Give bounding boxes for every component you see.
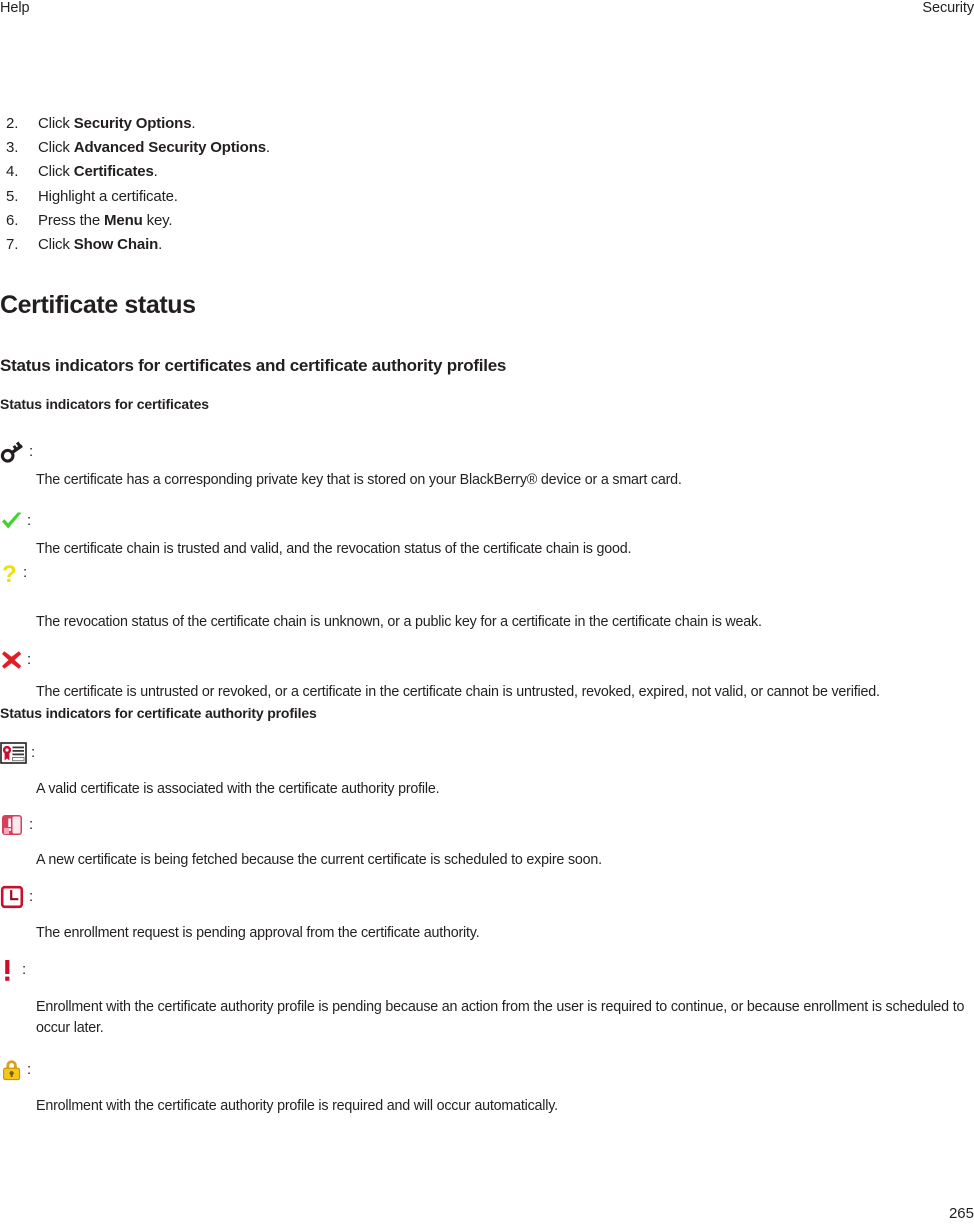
indicator-icon-row: ? :	[0, 560, 27, 586]
step-number: 2.	[6, 115, 19, 132]
indicator-icon-row: :	[0, 740, 35, 766]
step-number: 3.	[6, 139, 19, 157]
list-item: 2. Click Security Options.	[0, 112, 974, 136]
exclamation-mark-icon	[0, 957, 16, 983]
step-text: Click Certificates.	[38, 160, 974, 184]
indicator-colon: :	[29, 815, 34, 833]
indicator-description: The certificate is untrusted or revoked,…	[36, 684, 880, 700]
page-header: Help Security	[0, 0, 974, 22]
indicator-icon-row: :	[0, 647, 31, 673]
indicator-colon: :	[27, 511, 32, 529]
indicator-colon: :	[29, 887, 34, 905]
indicator-description: Enrollment with the certificate authorit…	[36, 1098, 558, 1114]
list-item: 6. Press the Menu key.	[0, 209, 974, 233]
step-text: Click Advanced Security Options.	[38, 136, 974, 160]
step-text-bold: Show Chain	[73, 236, 159, 254]
check-mark-icon	[0, 510, 24, 532]
list-item: 7. Click Show Chain.	[0, 233, 974, 257]
indicator-description: The revocation status of the certificate…	[36, 614, 762, 630]
certificate-document-icon	[0, 741, 28, 765]
clock-pending-icon	[0, 885, 26, 909]
step-text: Click Show Chain.	[38, 233, 974, 257]
step-text-pre: Click	[38, 139, 74, 157]
step-number: 6.	[6, 211, 19, 229]
step-text-bold: Certificates	[73, 163, 154, 181]
step-text-post: .	[153, 163, 158, 181]
subsection-heading-certificates: Status indicators for certificates	[0, 396, 209, 412]
step-text-post: .	[191, 115, 196, 132]
subsection-heading-ca-profiles: Status indicators for certificate author…	[0, 705, 317, 721]
step-number: 7.	[6, 236, 19, 254]
document-page: Help Security 2. Click Security Options.…	[0, 0, 974, 1228]
step-text-pre: Click	[38, 115, 74, 132]
step-text-bold: Advanced Security Options	[73, 139, 266, 157]
cross-mark-icon	[0, 649, 24, 671]
question-mark-icon: ?	[0, 560, 20, 586]
step-text-pre: Click	[38, 236, 74, 254]
section-heading: Status indicators for certificates and c…	[0, 356, 507, 375]
svg-text:?: ?	[2, 561, 17, 586]
step-text: Click Security Options.	[38, 112, 974, 136]
page-title: Certificate status	[0, 291, 196, 319]
indicator-description: The certificate chain is trusted and val…	[36, 541, 632, 557]
step-text-pre: Press the	[38, 211, 105, 229]
indicator-description: A valid certificate is associated with t…	[36, 781, 440, 797]
indicator-icon-row: :	[0, 1057, 31, 1083]
indicator-colon: :	[29, 442, 34, 460]
step-text-bold: Menu	[104, 211, 143, 229]
indicator-description: The enrollment request is pending approv…	[36, 925, 480, 941]
step-text-bold: Security Options	[73, 115, 192, 132]
header-right-label: Security	[922, 0, 974, 16]
indicator-icon-row: :	[0, 812, 33, 838]
step-text: Highlight a certificate.	[38, 185, 974, 209]
page-number: 265	[948, 1205, 974, 1222]
step-text-post: key.	[142, 211, 173, 229]
indicator-icon-row: :	[0, 884, 33, 910]
indicator-colon: :	[27, 650, 32, 668]
padlock-icon	[0, 1058, 24, 1082]
step-text-post: .	[265, 139, 270, 157]
step-text-pre: Click	[38, 163, 74, 181]
step-text: Press the Menu key.	[38, 209, 974, 233]
indicator-icon-row: :	[0, 439, 33, 465]
indicator-colon: :	[22, 960, 27, 978]
step-number: 4.	[6, 163, 19, 181]
list-item: 3. Click Advanced Security Options.	[0, 136, 974, 160]
list-item: 4. Click Certificates.	[0, 160, 974, 184]
indicator-description: Enrollment with the certificate authorit…	[36, 999, 965, 1036]
indicator-icon-row: :	[0, 957, 26, 983]
certificate-fetching-icon	[0, 813, 26, 837]
indicator-description: A new certificate is being fetched becau…	[36, 852, 602, 868]
step-number: 5.	[6, 187, 19, 205]
indicator-description: The certificate has a corresponding priv…	[36, 472, 682, 488]
indicator-icon-row: :	[0, 508, 31, 534]
step-text-post: .	[158, 236, 163, 254]
header-left-label: Help	[0, 0, 30, 16]
list-item: 5. Highlight a certificate.	[0, 185, 974, 209]
procedure-step-list: 2. Click Security Options. 3. Click Adva…	[0, 112, 974, 257]
indicator-colon: :	[27, 1060, 32, 1078]
step-text-pre: Highlight a certificate.	[38, 187, 178, 205]
procedure-steps-block: 2. Click Security Options. 3. Click Adva…	[0, 112, 974, 1114]
key-icon	[0, 441, 26, 463]
indicator-colon: :	[31, 743, 36, 761]
indicator-colon: :	[23, 563, 28, 581]
